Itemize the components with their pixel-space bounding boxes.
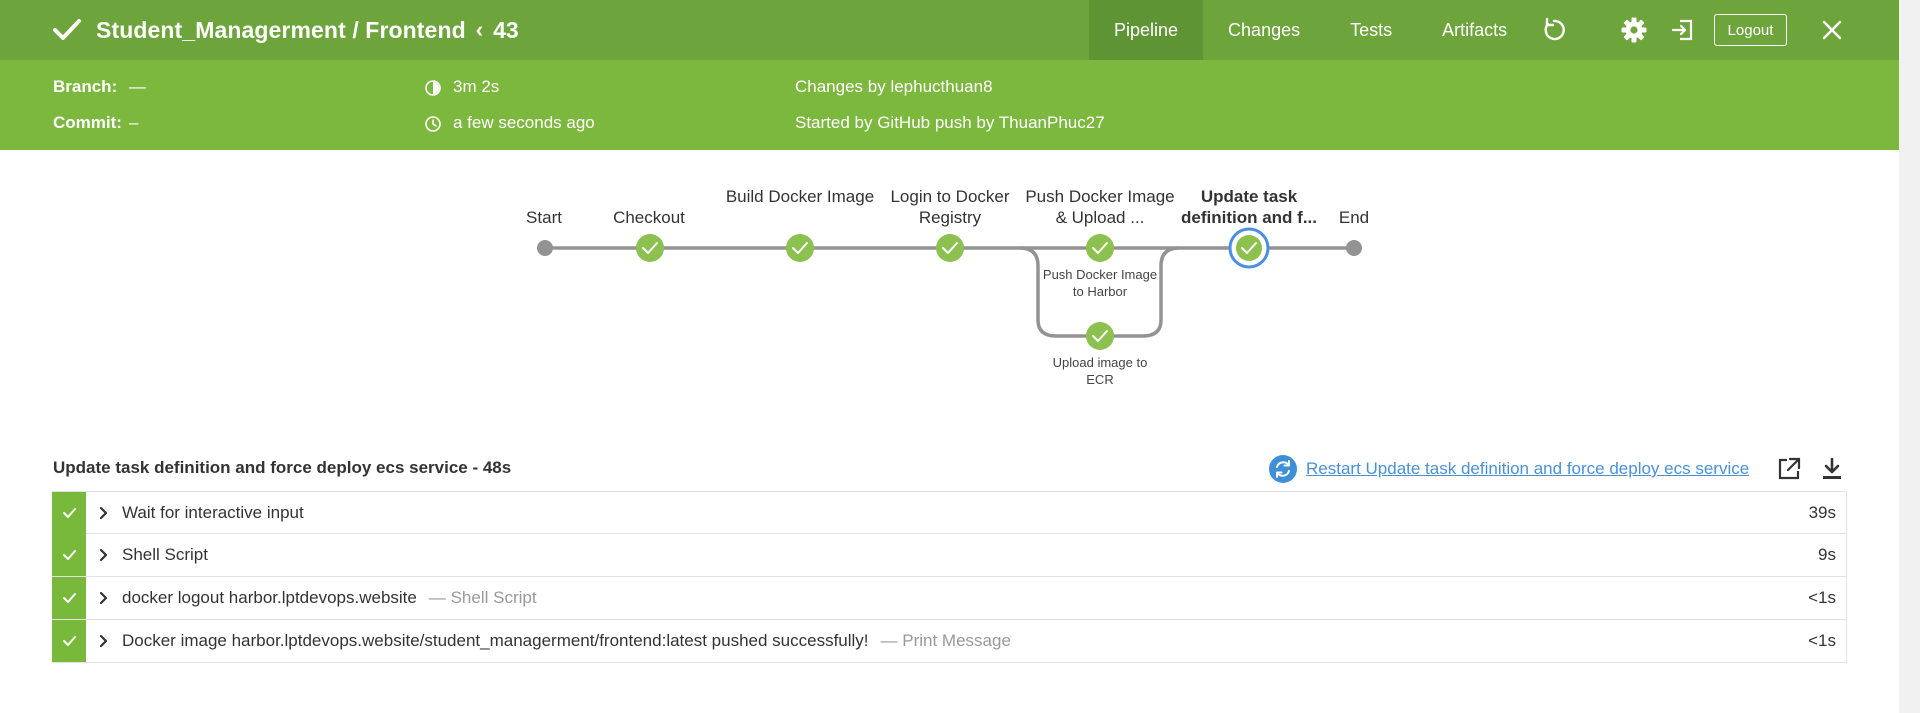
step-duration: 9s (1818, 545, 1836, 564)
stage-node-checkout[interactable] (636, 234, 664, 262)
chevron-right-icon[interactable] (86, 591, 122, 605)
step-type: — Shell Script (428, 588, 537, 607)
open-external-icon[interactable] (1776, 456, 1802, 482)
step-name: docker logout harbor.lptdevops.website (122, 588, 417, 607)
step-list: Wait for interactive input 39s Shell Scr… (52, 491, 1847, 663)
restart-icon (1269, 455, 1297, 483)
step-success-icon (52, 577, 86, 619)
branch-label: Branch: (53, 77, 118, 96)
duration-icon (425, 80, 441, 96)
pipeline-graph: Start Checkout Build Docker Image Login … (0, 150, 1899, 440)
step-name: Docker image harbor.lptdevops.website/st… (122, 631, 869, 650)
commit-label: Commit: (53, 113, 122, 132)
duration-value: 3m 2s (453, 77, 500, 96)
success-check-icon (53, 19, 81, 40)
parallel-label-ecr[interactable]: Upload image to ECR (1040, 354, 1160, 388)
close-icon[interactable] (1815, 13, 1849, 47)
end-node (1346, 240, 1362, 256)
run-info-bar: Branch: — Commit: – 3m 2s a few seconds … (0, 60, 1899, 150)
commit-value: – (129, 113, 139, 132)
stage-label-build-docker-image[interactable]: Build Docker Image (725, 186, 875, 207)
step-row[interactable]: Wait for interactive input 39s (52, 491, 1847, 534)
run-title-group: Student_Managerment / Frontend ‹ 43 (50, 0, 519, 60)
download-icon[interactable] (1819, 456, 1845, 482)
chevron-right-icon[interactable] (86, 634, 122, 648)
tab-tests[interactable]: Tests (1325, 0, 1417, 60)
step-duration: 39s (1808, 502, 1836, 522)
run-number: 43 (493, 16, 519, 43)
step-name: Wait for interactive input (122, 502, 304, 522)
jenkins-blueocean-page: Student_Managerment / Frontend ‹ 43 Pipe… (0, 0, 1920, 713)
stage-node-upload-ecr[interactable] (1086, 322, 1114, 350)
chevron-right-icon[interactable] (86, 548, 122, 562)
step-duration: <1s (1808, 631, 1836, 650)
step-type: — Print Message (880, 631, 1011, 650)
step-success-icon (52, 534, 86, 576)
clock-icon (425, 116, 441, 132)
started-by: Started by GitHub push by ThuanPhuc27 (795, 113, 1105, 132)
chevron-right-icon[interactable] (86, 506, 122, 520)
stage-node-build-docker-image[interactable] (786, 234, 814, 262)
step-name: Shell Script (122, 545, 208, 564)
step-row[interactable]: docker logout harbor.lptdevops.website —… (52, 577, 1847, 620)
tab-pipeline[interactable]: Pipeline (1089, 0, 1204, 60)
stage-label-push-upload[interactable]: Push Docker Image & Upload ... (1025, 186, 1175, 228)
tab-changes[interactable]: Changes (1203, 0, 1325, 60)
tab-bar: Pipeline Changes Tests Artifacts (1089, 0, 1532, 60)
changes-by: Changes by lephucthuan8 (795, 77, 993, 96)
logout-button[interactable]: Logout (1714, 14, 1787, 46)
start-node (537, 240, 553, 256)
chevron-left-icon[interactable]: ‹ (476, 17, 483, 43)
top-header: Student_Managerment / Frontend ‹ 43 Pipe… (0, 0, 1899, 60)
stage-label-end: End (1338, 208, 1370, 227)
stage-label-login-registry[interactable]: Login to Docker Registry (875, 186, 1025, 228)
step-row[interactable]: Docker image harbor.lptdevops.website/st… (52, 620, 1847, 663)
tab-artifacts[interactable]: Artifacts (1417, 0, 1532, 60)
vertical-scrollbar[interactable] (1899, 0, 1920, 713)
started-ago: a few seconds ago (453, 113, 595, 132)
exit-to-classic-icon[interactable] (1666, 13, 1700, 47)
step-duration: <1s (1808, 588, 1836, 607)
step-success-icon (52, 491, 86, 534)
stage-node-push-harbor[interactable] (1086, 234, 1114, 262)
stage-label-checkout[interactable]: Checkout (574, 207, 724, 228)
stage-node-login-registry[interactable] (936, 234, 964, 262)
restart-stage-link[interactable]: Restart Update task definition and force… (1268, 454, 1749, 484)
parallel-label-harbor[interactable]: Push Docker Image to Harbor (1040, 266, 1160, 300)
gear-icon[interactable] (1617, 13, 1651, 47)
stage-node-update-task-selected[interactable] (1228, 227, 1270, 269)
step-row[interactable]: Shell Script 9s (52, 534, 1847, 577)
project-title[interactable]: Student_Managerment / Frontend (96, 17, 466, 44)
stage-detail-title: Update task definition and force deploy … (53, 458, 512, 477)
restart-label[interactable]: Restart Update task definition and force… (1306, 459, 1749, 479)
branch-value: — (129, 77, 146, 96)
rerun-icon[interactable] (1537, 13, 1571, 47)
step-success-icon (52, 620, 86, 662)
